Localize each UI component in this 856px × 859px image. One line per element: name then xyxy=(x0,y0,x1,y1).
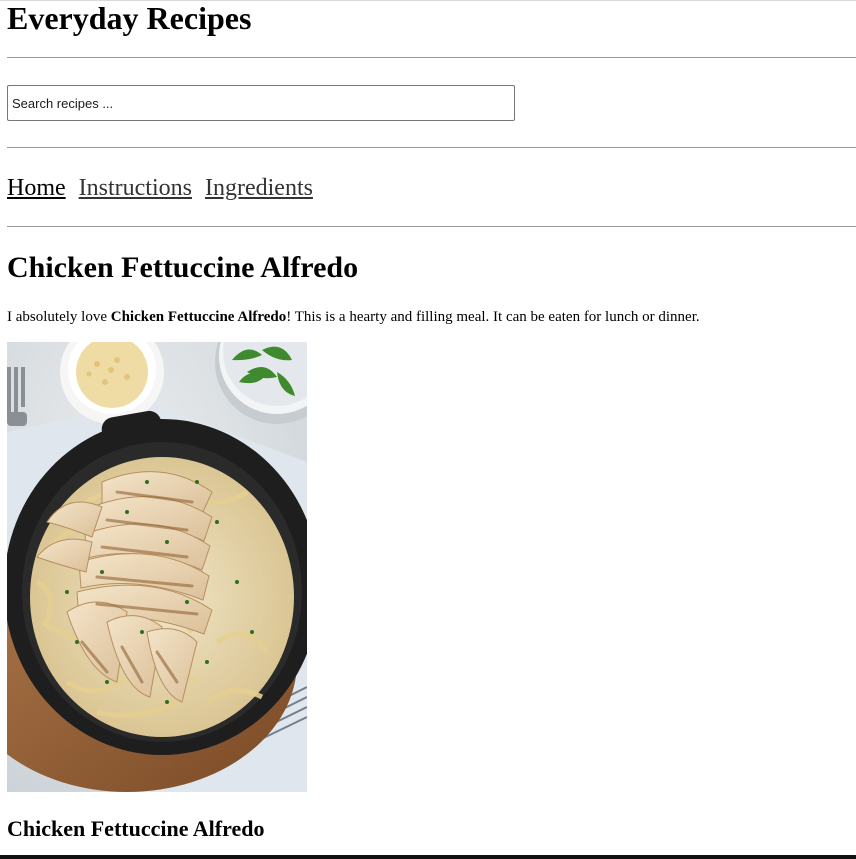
site-title: Everyday Recipes xyxy=(7,0,252,36)
nav-link-home[interactable]: Home xyxy=(7,175,66,201)
recipe-title: Chicken Fettuccine Alfredo xyxy=(7,251,359,284)
image-caption: Chicken Fettuccine Alfredo xyxy=(7,816,265,841)
intro-text: I absolutely love xyxy=(7,309,111,325)
divider xyxy=(7,147,856,148)
divider xyxy=(7,226,856,227)
recipe-photo xyxy=(7,342,307,792)
nav-link-ingredients[interactable]: Ingredients xyxy=(205,175,313,201)
recipe-intro: I absolutely love Chicken Fettuccine Alf… xyxy=(7,307,700,327)
intro-recipe-name: Chicken Fettuccine Alfredo xyxy=(110,309,287,325)
search-input[interactable] xyxy=(7,85,515,121)
divider xyxy=(7,57,856,58)
intro-text: ! This is a hearty and filling meal. It … xyxy=(286,309,700,325)
bottom-border xyxy=(0,855,856,859)
main-nav: Home Instructions Ingredients xyxy=(7,172,326,204)
nav-link-instructions[interactable]: Instructions xyxy=(79,175,192,201)
